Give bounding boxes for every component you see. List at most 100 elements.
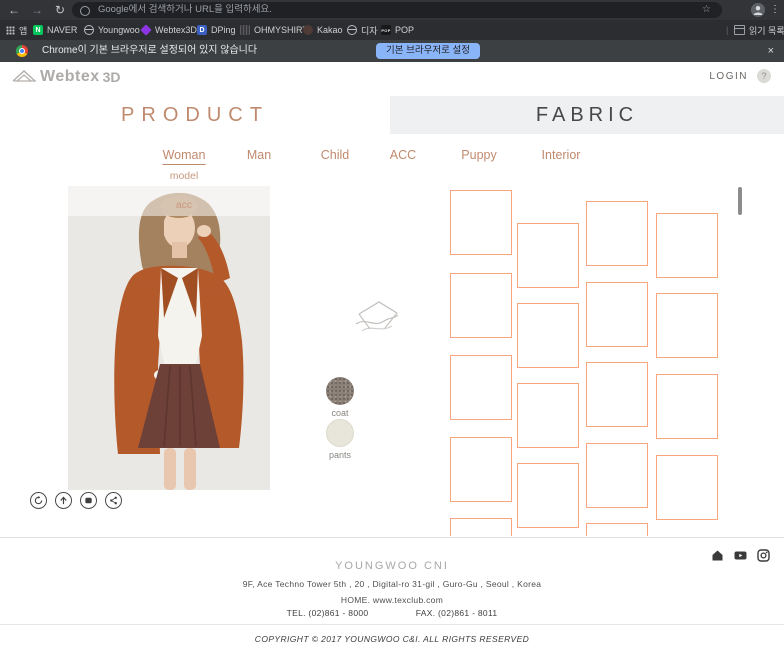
- fabric-slot[interactable]: [450, 437, 512, 502]
- help-button[interactable]: ?: [757, 69, 771, 83]
- swatch-pants[interactable]: [326, 419, 354, 447]
- infobar: Chrome이 기본 브라우저로 설정되어 있지 않습니다 기본 브라우저로 설…: [0, 40, 784, 63]
- refresh-icon[interactable]: ↻: [52, 0, 68, 20]
- footer-company: YOUNGWOO CNI: [0, 560, 784, 572]
- fabric-slot[interactable]: [586, 282, 648, 347]
- back-icon[interactable]: ←: [6, 0, 22, 20]
- site-header: Webtex 3D LOGIN ?: [0, 62, 784, 96]
- fabric-slot[interactable]: [586, 362, 648, 427]
- profile-avatar[interactable]: [751, 3, 765, 17]
- bookmark-label: OHMYSHIRT: [254, 25, 308, 35]
- browser-toolbar: ← → ↻ Google에서 검색하거나 URL을 입력하세요. ☆ ⋮: [0, 0, 784, 20]
- fabric-slot[interactable]: [656, 293, 718, 358]
- footer-telfax: TEL. (02)861 - 8000 FAX. (02)861 - 8011: [0, 608, 784, 618]
- infobar-close-icon[interactable]: ×: [768, 40, 774, 62]
- webtex-mark-icon: [352, 298, 402, 342]
- fabric-slot[interactable]: [450, 273, 512, 338]
- kakao-favicon: [303, 25, 313, 35]
- google-icon: [80, 6, 90, 16]
- fabric-slot[interactable]: [656, 213, 718, 278]
- nav-item-child[interactable]: Child: [321, 148, 350, 162]
- swatch-pants-label: pants: [329, 450, 351, 460]
- set-default-browser-button[interactable]: 기본 브라우저로 설정: [376, 43, 480, 59]
- footer-copyright: COPYRIGHT © 2017 YOUNGWOO C&I. ALL RIGHT…: [0, 634, 784, 644]
- model-photo: [68, 186, 270, 490]
- webtex-logo-icon: [12, 68, 38, 86]
- nav-item-woman[interactable]: Woman: [163, 148, 206, 165]
- site-logo[interactable]: Webtex 3D: [12, 68, 121, 86]
- share-button[interactable]: [105, 492, 122, 509]
- ohmyshirt-favicon: [240, 25, 250, 35]
- dropdown-item-model[interactable]: model: [170, 170, 199, 182]
- browser-menu-icon[interactable]: ⋮: [770, 0, 780, 20]
- bookmark-item[interactable]: OHMYSHIRT: [240, 20, 308, 40]
- tab-fabric[interactable]: FABRIC: [390, 96, 784, 134]
- nav-item-acc[interactable]: ACC: [390, 148, 416, 162]
- bookmark-label: 앱: [19, 24, 27, 37]
- bookmark-label: Kakao: [317, 25, 343, 35]
- fabric-slot[interactable]: [517, 303, 579, 368]
- infobar-message: Chrome이 기본 브라우저로 설정되어 있지 않습니다: [42, 40, 257, 62]
- capture-button[interactable]: [80, 492, 97, 509]
- footer-fax: FAX. (02)861 - 8011: [416, 608, 498, 618]
- fabric-slot[interactable]: [450, 190, 512, 255]
- bookmark-apps[interactable]: 앱: [6, 20, 27, 40]
- webtex-favicon: [140, 24, 151, 35]
- fabric-slot[interactable]: [586, 443, 648, 508]
- fabric-slot[interactable]: [586, 201, 648, 266]
- rotate-icon: [34, 496, 43, 505]
- reading-list-label: 읽기 목록: [749, 24, 784, 37]
- pop-favicon: POP: [381, 25, 391, 35]
- globe-favicon: [84, 25, 94, 35]
- fabric-slot[interactable]: [450, 355, 512, 420]
- bookmark-label: 디자: [361, 24, 378, 37]
- bookmark-item[interactable]: 디자: [347, 20, 378, 40]
- footer-address: 9F, Ace Techno Tower 5th , 20 , Digital-…: [0, 579, 784, 589]
- footer-divider: [0, 624, 784, 625]
- footer-tel: TEL. (02)861 - 8000: [287, 608, 369, 618]
- bookmark-item[interactable]: Webtex3D: [141, 20, 197, 40]
- address-placeholder: Google에서 검색하거나 URL을 입력하세요.: [98, 2, 272, 18]
- forward-icon[interactable]: →: [29, 0, 45, 20]
- dropdown-item-acc[interactable]: acc: [176, 199, 192, 211]
- fabric-slot[interactable]: [586, 523, 648, 536]
- fabric-slot[interactable]: [517, 463, 579, 528]
- rotate-button[interactable]: [30, 492, 47, 509]
- nav-item-interior[interactable]: Interior: [542, 148, 581, 162]
- chrome-logo-icon: [16, 45, 28, 57]
- upload-button[interactable]: [55, 492, 72, 509]
- logo-text: Webtex: [40, 68, 100, 86]
- tab-product[interactable]: PRODUCT: [0, 96, 390, 134]
- share-icon: [109, 496, 118, 505]
- bookmarks-separator: |: [726, 20, 728, 40]
- login-link[interactable]: LOGIN: [709, 71, 748, 82]
- arrow-up-icon: [59, 496, 68, 505]
- reading-list-icon: [734, 25, 745, 35]
- fabric-scrollbar[interactable]: [738, 187, 742, 215]
- naver-favicon: N: [33, 25, 43, 35]
- fabric-slot[interactable]: [517, 383, 579, 448]
- logo-suffix: 3D: [103, 69, 121, 85]
- fabric-slot[interactable]: [450, 518, 512, 536]
- reading-list-button[interactable]: 읽기 목록: [734, 20, 784, 40]
- fabric-slot[interactable]: [656, 374, 718, 439]
- bookmark-item[interactable]: Kakao: [303, 20, 343, 40]
- screen: ← → ↻ Google에서 검색하거나 URL을 입력하세요. ☆ ⋮ 앱 N…: [0, 0, 784, 666]
- bookmark-star-icon[interactable]: ☆: [702, 2, 711, 18]
- bookmark-item[interactable]: POP POP: [381, 20, 414, 40]
- bookmark-item[interactable]: Youngwoo: [84, 20, 140, 40]
- fabric-slot[interactable]: [517, 223, 579, 288]
- address-bar[interactable]: Google에서 검색하거나 URL을 입력하세요. ☆: [72, 2, 722, 18]
- footer: YOUNGWOO CNI 9F, Ace Techno Tower 5th , …: [0, 537, 784, 666]
- nav-item-puppy[interactable]: Puppy: [461, 148, 496, 162]
- nav-item-man[interactable]: Man: [247, 148, 271, 162]
- bookmark-item[interactable]: D DPing: [197, 20, 236, 40]
- bookmark-item[interactable]: N NAVER: [33, 20, 77, 40]
- fabric-slot[interactable]: [656, 455, 718, 520]
- apps-grid-icon: [6, 26, 15, 35]
- swatch-coat[interactable]: [326, 377, 354, 405]
- bookmark-label: Youngwoo: [98, 25, 140, 35]
- bookmark-label: Webtex3D: [155, 25, 197, 35]
- bookmarks-bar: 앱 N NAVER Youngwoo Webtex3D D DPing OHMY…: [0, 20, 784, 40]
- bookmark-label: NAVER: [47, 25, 77, 35]
